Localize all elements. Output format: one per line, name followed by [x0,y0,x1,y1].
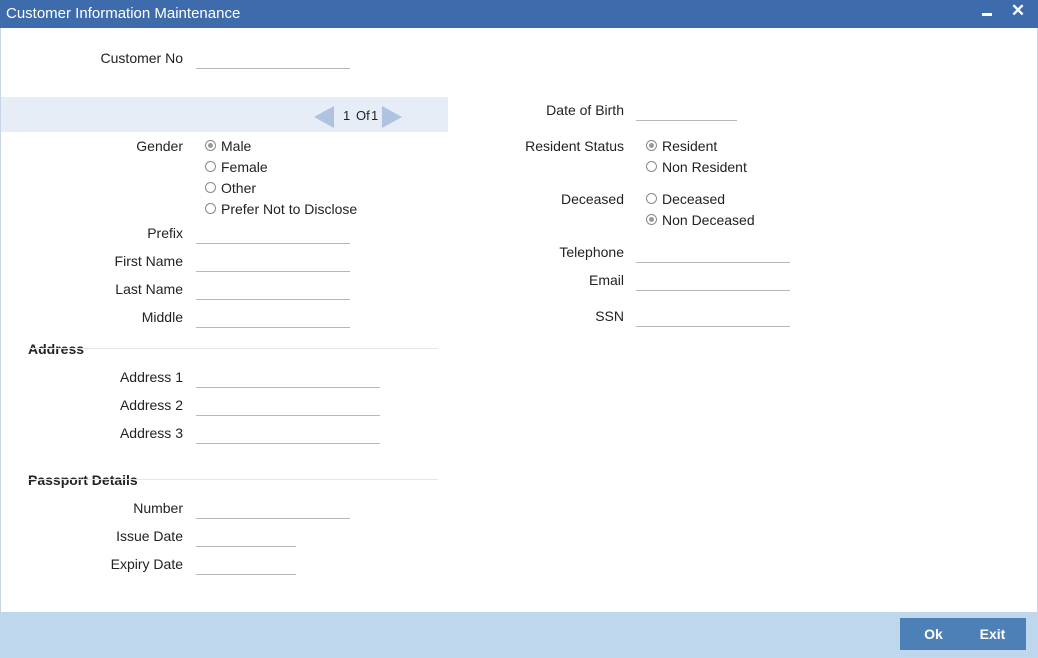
email-label: Email [588,272,624,288]
customer-no-label: Customer No [100,50,183,66]
record-navigation-bar [1,97,448,132]
ssn-label: SSN [595,308,624,324]
radio-unselected-icon [205,182,216,193]
radio-selected-icon [205,140,216,151]
passport-number-input[interactable] [196,500,350,519]
address-divider [28,348,438,349]
middle-name-label: Middle [141,309,183,325]
page-of-label: Of [356,108,370,123]
telephone-input[interactable] [636,244,790,263]
title-bar: Customer Information Maintenance ✕ [0,0,1038,28]
address3-input[interactable] [196,425,380,444]
radio-selected-icon [646,214,657,225]
dob-label: Date of Birth [546,102,624,118]
page-current: 1 [343,108,351,123]
triangle-right-icon[interactable] [382,106,402,128]
minimize-icon [982,13,992,16]
expiry-date-label: Expiry Date [110,556,183,572]
close-button[interactable]: ✕ [1006,0,1030,28]
radio-unselected-icon [205,161,216,172]
middle-name-input[interactable] [196,309,350,328]
address2-label: Address 2 [119,397,183,413]
close-icon: ✕ [1010,1,1026,20]
window-title: Customer Information Maintenance [6,5,241,22]
prefix-input[interactable] [196,225,350,244]
radio-unselected-icon [646,193,657,204]
address1-label: Address 1 [119,369,183,385]
page-total: 1 [371,108,379,123]
first-name-label: First Name [114,253,183,269]
passport-divider [28,479,438,480]
dob-input[interactable] [636,102,737,121]
triangle-left-icon[interactable] [314,106,334,128]
minimize-button[interactable] [974,0,998,28]
address2-input[interactable] [196,397,380,416]
radio-selected-icon [646,140,657,151]
address1-input[interactable] [196,369,380,388]
prefix-label: Prefix [147,225,183,241]
issue-date-label: Issue Date [116,528,183,544]
customer-no-input[interactable] [196,50,350,69]
issue-date-input[interactable] [196,528,296,547]
telephone-label: Telephone [559,244,624,260]
exit-button[interactable]: Exit [959,618,1026,650]
address-section-title: Address [28,341,85,357]
deceased-label: Deceased [560,191,624,207]
resident-status-label: Resident Status [525,138,624,154]
ssn-input[interactable] [636,308,790,327]
expiry-date-input[interactable] [196,556,296,575]
passport-number-label: Number [133,500,183,516]
last-name-input[interactable] [196,281,350,300]
gender-label: Gender [136,138,183,154]
radio-unselected-icon [205,203,216,214]
email-input[interactable] [636,272,790,291]
footer-bar [0,612,1038,658]
passport-section-title: Passport Details [28,472,138,488]
first-name-input[interactable] [196,253,350,272]
radio-unselected-icon [646,161,657,172]
last-name-label: Last Name [115,281,183,297]
ok-button[interactable]: Ok [900,618,967,650]
address3-label: Address 3 [119,425,183,441]
